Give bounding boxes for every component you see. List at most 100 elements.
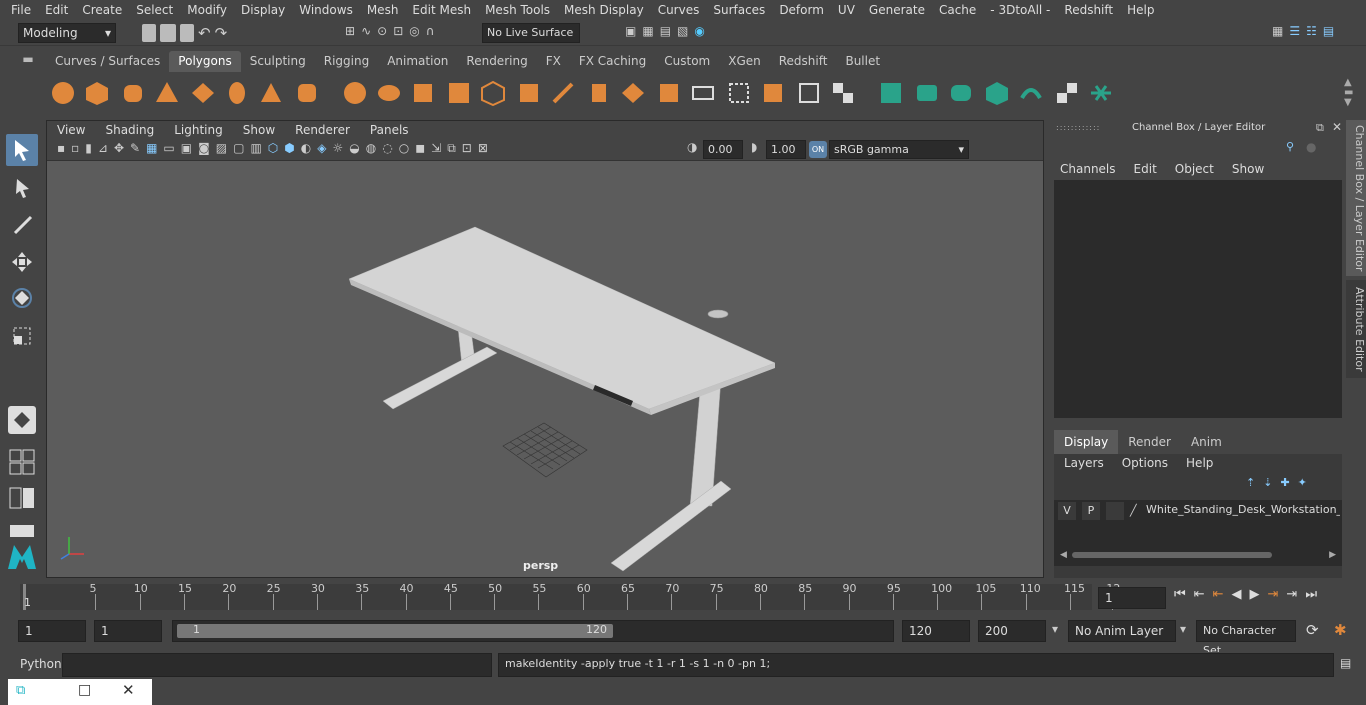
live-surface-field[interactable]: No Live Surface: [482, 23, 580, 43]
poly-pipe-icon[interactable]: [292, 78, 322, 108]
snap-point-icon[interactable]: ⊙: [377, 24, 387, 38]
layer-menu-options[interactable]: Options: [1122, 456, 1168, 470]
shadows-icon[interactable]: ◒: [349, 141, 359, 156]
append-icon[interactable]: [618, 78, 648, 108]
menu-file[interactable]: File: [4, 0, 38, 20]
render-frame-icon[interactable]: ▦: [642, 24, 653, 38]
close-panel-icon[interactable]: ✕: [1332, 120, 1342, 134]
bookmark-icon[interactable]: ▮: [85, 141, 92, 156]
menu-uv[interactable]: UV: [831, 0, 862, 20]
frame-selected-icon[interactable]: ⊡: [462, 141, 472, 156]
camera-attr-icon[interactable]: ▫: [71, 141, 79, 156]
rotate-tool-icon[interactable]: [6, 282, 38, 314]
poly-plane-icon[interactable]: [188, 78, 218, 108]
move-layer-up-icon[interactable]: ⇡: [1246, 476, 1255, 489]
camera-icon[interactable]: ▪: [57, 141, 65, 156]
layer-playback-toggle[interactable]: P: [1082, 502, 1100, 520]
shelf-scroll[interactable]: ▲ ▬ ▼: [1344, 78, 1353, 108]
layer-color-icon[interactable]: ╱: [1130, 504, 1137, 517]
paint-select-tool-icon[interactable]: [6, 208, 38, 240]
menu-surfaces[interactable]: Surfaces: [706, 0, 772, 20]
anim-layer-field[interactable]: No Anim Layer: [1068, 620, 1176, 642]
menu-3dtoall[interactable]: - 3DtoAll -: [983, 0, 1057, 20]
new-scene-icon[interactable]: [142, 24, 156, 42]
gate-mask-icon[interactable]: ◙: [198, 141, 210, 156]
exposure-icon[interactable]: ◑: [687, 140, 697, 154]
play-forward-icon[interactable]: ▶: [1250, 587, 1260, 602]
channel-toggle-icon[interactable]: ●: [1306, 140, 1316, 154]
field-chart-icon[interactable]: ▨: [216, 141, 227, 156]
xray-icon[interactable]: ◍: [366, 141, 376, 156]
multi-cut-icon[interactable]: [548, 78, 578, 108]
extrude-icon[interactable]: [514, 78, 544, 108]
shelf-tab-animation[interactable]: Animation: [378, 51, 457, 72]
menu-curves[interactable]: Curves: [651, 0, 707, 20]
render-view-icon[interactable]: ▣: [625, 24, 636, 38]
menu-create[interactable]: Create: [75, 0, 129, 20]
separate-icon[interactable]: [374, 78, 404, 108]
snap-magnet-icon[interactable]: ∩: [426, 24, 435, 38]
shelf-menu-icon[interactable]: ▬: [18, 52, 38, 72]
attribute-editor-side-tab[interactable]: Attribute Editor: [1346, 280, 1366, 378]
shelf-tab-polygons[interactable]: Polygons: [169, 51, 241, 72]
channel-box-toggle-icon[interactable]: ☷: [1306, 24, 1317, 38]
play-backward-icon[interactable]: ◀: [1232, 587, 1242, 602]
current-frame-field[interactable]: 1: [1098, 587, 1166, 609]
viewport-menu-show[interactable]: Show: [233, 121, 285, 139]
shelf-tab-redshift[interactable]: Redshift: [770, 51, 837, 72]
snap-surface-icon[interactable]: ◎: [409, 24, 419, 38]
layer-visibility-toggle[interactable]: V: [1058, 502, 1076, 520]
layout-two-icon[interactable]: [6, 482, 38, 514]
menu-mesh-tools[interactable]: Mesh Tools: [478, 0, 557, 20]
channel-axis-icon[interactable]: ⚲: [1286, 140, 1294, 153]
resolution-gate-icon[interactable]: ▣: [181, 141, 192, 156]
poly-sphere-icon[interactable]: [48, 78, 78, 108]
anti-alias-icon[interactable]: ◼: [415, 141, 425, 156]
shelf-tab-sculpting[interactable]: Sculpting: [241, 51, 315, 72]
shelf-tab-fx[interactable]: FX: [537, 51, 570, 72]
select-tool-icon[interactable]: [6, 134, 38, 166]
layer-menu-layers[interactable]: Layers: [1064, 456, 1104, 470]
menu-edit-mesh[interactable]: Edit Mesh: [405, 0, 478, 20]
shelf-tab-xgen[interactable]: XGen: [719, 51, 770, 72]
layout-four-icon[interactable]: [6, 446, 38, 478]
bridge-icon[interactable]: [584, 78, 614, 108]
snap-together-icon[interactable]: [8, 406, 36, 434]
redshift-link-icon[interactable]: [1086, 78, 1116, 108]
save-scene-icon[interactable]: [180, 24, 194, 42]
chevron-down-icon[interactable]: ▾: [1052, 622, 1058, 636]
desk-model[interactable]: [47, 161, 1043, 577]
shelf-tab-bullet[interactable]: Bullet: [836, 51, 889, 72]
script-language-label[interactable]: Python: [20, 657, 62, 671]
redshift-proxy-icon[interactable]: [912, 78, 942, 108]
smooth-shade-icon[interactable]: ⬢: [284, 141, 294, 156]
channel-menu-object[interactable]: Object: [1175, 162, 1214, 176]
layer-scrollbar[interactable]: ◀ ▶: [1060, 550, 1336, 560]
attribute-editor-toggle-icon[interactable]: ▤: [1323, 24, 1334, 38]
uv-editor-icon[interactable]: [758, 78, 788, 108]
layer-menu-help[interactable]: Help: [1186, 456, 1213, 470]
panel-grip[interactable]: ::::::::::::: [1056, 123, 1100, 132]
new-layer-icon[interactable]: ✚: [1280, 476, 1289, 489]
workspace-icon[interactable]: ▦: [1272, 24, 1283, 38]
ipr-icon[interactable]: ▤: [660, 24, 671, 38]
frame-all-icon[interactable]: ⧉: [447, 141, 456, 156]
viewport-menu-shading[interactable]: Shading: [95, 121, 164, 139]
merge-icon[interactable]: [654, 78, 684, 108]
scale-tool-icon[interactable]: [6, 320, 38, 352]
uv-auto-icon[interactable]: [724, 78, 754, 108]
scroll-thumb[interactable]: [1072, 552, 1272, 558]
new-layer-selected-icon[interactable]: ✦: [1298, 476, 1307, 489]
uv-planar-icon[interactable]: [688, 78, 718, 108]
2d-pan-icon[interactable]: ✥: [114, 141, 124, 156]
outliner-icon[interactable]: ☰: [1289, 24, 1300, 38]
poly-cube-icon[interactable]: [82, 78, 112, 108]
snap-view-icon[interactable]: ⊡: [393, 24, 403, 38]
menu-redshift[interactable]: Redshift: [1057, 0, 1120, 20]
step-forward-key-icon[interactable]: ⇥: [1268, 587, 1279, 602]
menu-mesh[interactable]: Mesh: [360, 0, 406, 20]
go-to-start-icon[interactable]: ⏮: [1174, 587, 1186, 602]
viewport-menu-view[interactable]: View: [47, 121, 95, 139]
menu-cache[interactable]: Cache: [932, 0, 983, 20]
ambient-occlusion-icon[interactable]: ○: [399, 141, 409, 156]
